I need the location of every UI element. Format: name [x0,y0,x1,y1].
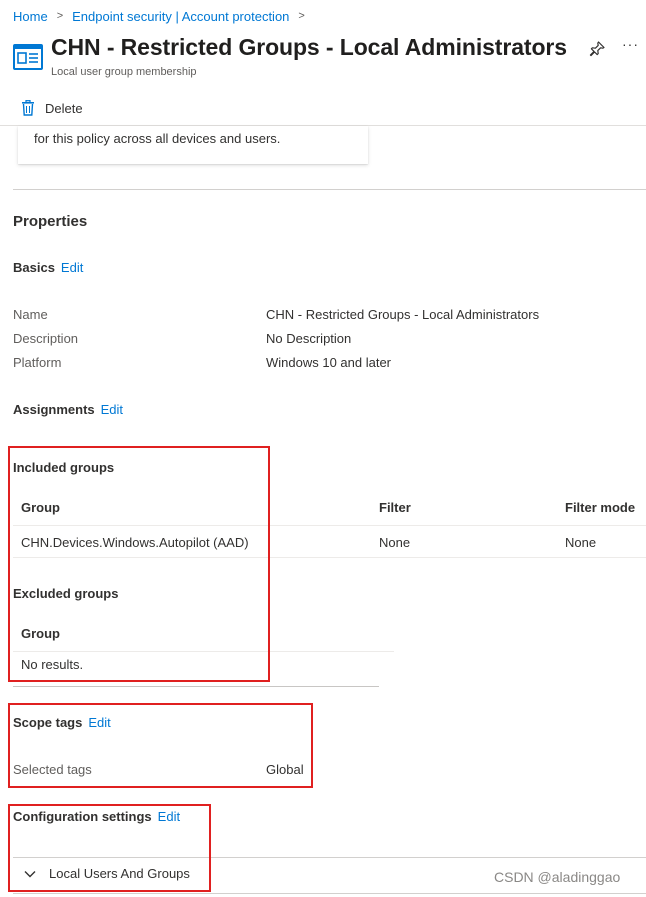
breadcrumb-account-protection[interactable]: Endpoint security | Account protection [72,9,289,24]
basics-edit-link[interactable]: Edit [61,260,83,275]
configuration-settings-heading: Configuration settings Edit [13,809,180,824]
description-label: Description [13,331,79,346]
assignments-edit-link[interactable]: Edit [101,402,123,417]
platform-label: Platform [13,355,62,370]
chevron-down-icon [24,870,36,877]
included-groups-heading: Included groups [13,460,115,475]
configuration-settings-heading-label: Configuration settings [13,809,152,824]
more-options-icon[interactable]: ··· [622,36,639,52]
accordion-top-divider [13,857,646,858]
breadcrumb-home[interactable]: Home [13,9,48,24]
section-divider [13,189,646,190]
chevron-right-icon: > [298,10,305,22]
page-subtitle: Local user group membership [51,66,197,78]
name-label: Name [13,307,48,322]
scope-tags-edit-link[interactable]: Edit [88,715,110,730]
table-row-divider [13,557,646,558]
policy-blade-icon [13,44,43,70]
included-col-filter-mode: Filter mode [565,500,636,515]
assignments-heading-label: Assignments [13,402,95,417]
assignments-heading: Assignments Edit [13,402,123,417]
section-divider [13,686,379,687]
selected-tags-value: Global [266,762,304,777]
highlight-box-assignments [8,446,270,682]
basics-heading: Basics Edit [13,260,83,275]
included-col-filter: Filter [379,500,411,515]
breadcrumb: Home > Endpoint security | Account prote… [13,7,314,25]
scope-tags-heading-label: Scope tags [13,715,83,730]
trash-icon [22,100,34,116]
excluded-empty-text: No results. [21,657,84,672]
included-row-filter: None [379,535,411,550]
table-header-divider [13,525,646,526]
local-users-and-groups-accordion[interactable]: Local Users And Groups [23,866,190,881]
watermark: CSDN @aladinggao [494,869,621,885]
chevron-right-icon: > [56,10,64,22]
page-title: CHN - Restricted Groups - Local Administ… [51,34,567,60]
delete-button[interactable]: Delete [21,98,83,118]
configuration-settings-edit-link[interactable]: Edit [158,809,180,824]
delete-button-label: Delete [45,100,83,116]
included-row-group[interactable]: CHN.Devices.Windows.Autopilot (AAD) [21,535,249,550]
accordion-bottom-divider [13,893,646,894]
excluded-groups-heading: Excluded groups [13,586,119,601]
platform-value: Windows 10 and later [266,355,392,370]
scope-tags-heading: Scope tags Edit [13,715,111,730]
description-value: No Description [266,331,352,346]
name-value: CHN - Restricted Groups - Local Administ… [266,307,540,322]
accordion-label: Local Users And Groups [49,866,190,881]
pin-icon[interactable] [588,40,606,58]
excluded-col-group: Group [21,626,60,641]
properties-heading: Properties [13,213,88,230]
included-col-group: Group [21,500,60,515]
basics-heading-label: Basics [13,260,55,275]
info-card: for this policy across all devices and u… [18,126,368,164]
included-row-filter-mode: None [565,535,597,550]
info-card-text: for this policy across all devices and u… [34,131,281,146]
table-header-divider [13,651,394,652]
selected-tags-label: Selected tags [13,762,92,777]
